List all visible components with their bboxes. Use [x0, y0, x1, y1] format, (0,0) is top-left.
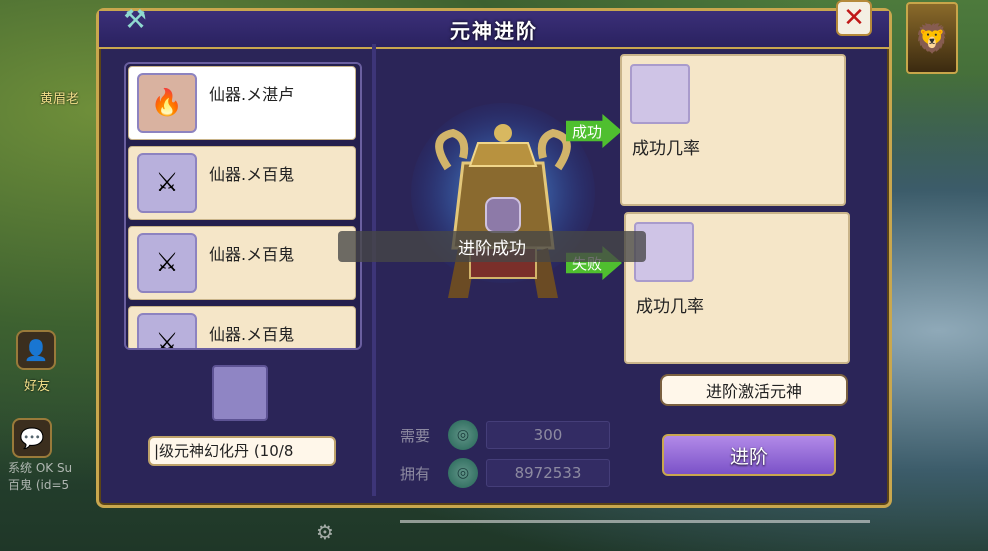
lion-mask-icon: 🦁	[914, 21, 950, 55]
dark-knight-icon: ⚔	[137, 313, 197, 348]
jade-coin-icon: ◎	[448, 420, 478, 450]
title-bar: 元神进阶	[99, 11, 889, 49]
fail-rate-label: 成功几率	[636, 297, 704, 317]
success-result-slot	[630, 64, 690, 124]
panel-divider	[372, 44, 376, 496]
toast-message: 进阶成功	[338, 231, 646, 262]
chat-icon: 💬	[19, 426, 45, 450]
list-item[interactable]: ⚔ 仙器.メ百鬼	[128, 226, 356, 300]
flame-feather-icon: 🔥	[137, 73, 197, 133]
close-icon: ✕	[843, 3, 865, 33]
player-avatar[interactable]: 🦁	[906, 2, 958, 74]
list-item[interactable]: ⚔ 仙器.メ百鬼	[128, 146, 356, 220]
item-name: 仙器.メ百鬼	[209, 325, 295, 344]
dark-knight-icon: ⚔	[137, 233, 197, 293]
close-button[interactable]: ✕	[836, 0, 872, 36]
bottom-divider	[400, 520, 870, 523]
advance-button[interactable]: 进阶	[662, 434, 836, 476]
friends-button[interactable]: 👤	[16, 330, 56, 370]
npc-name-label: 黄眉老	[40, 92, 80, 107]
success-result-card: 成功几率	[620, 54, 846, 206]
window-title: 元神进阶	[450, 18, 538, 43]
jade-coin-icon: ◎	[448, 458, 478, 488]
item-name: 仙器.メ百鬼	[209, 245, 295, 264]
cost-required-row: 需要 ◎ 300	[400, 420, 610, 450]
item-name: 仙器.メ湛卢	[209, 85, 295, 104]
list-item[interactable]: ⚔ 仙器.メ百鬼	[128, 306, 356, 348]
friends-icon: 👤	[23, 338, 49, 362]
cost-required-label: 需要	[400, 426, 431, 445]
material-label: |级元神幻化丹 (10/8	[148, 436, 336, 466]
chat-line: 系统 OK Su	[8, 461, 73, 475]
fail-result-card: 成功几率	[624, 212, 850, 364]
chat-log: 系统 OK Su 百鬼 (id=5	[8, 460, 72, 494]
friends-label: 好友	[24, 379, 51, 394]
cost-owned-row: 拥有 ◎ 8972533	[400, 458, 610, 488]
cost-owned-value: 8972533	[486, 459, 610, 487]
cost-required-value: 300	[486, 421, 610, 449]
success-rate-label: 成功几率	[632, 139, 700, 159]
chat-button[interactable]: 💬	[12, 418, 52, 458]
activate-spirit-button[interactable]: 进阶激活元神	[660, 374, 848, 406]
chat-line: 百鬼 (id=5	[8, 478, 70, 492]
cost-owned-label: 拥有	[400, 464, 431, 483]
hammer-icon: ⚒	[123, 5, 147, 35]
item-name: 仙器.メ百鬼	[209, 165, 295, 184]
gear-icon[interactable]: ⚙	[316, 520, 334, 544]
list-item[interactable]: 🔥 仙器.メ湛卢	[128, 66, 356, 140]
material-slot[interactable]	[212, 365, 268, 421]
item-list[interactable]: 🔥 仙器.メ湛卢 ⚔ 仙器.メ百鬼 ⚔ 仙器.メ百鬼 ⚔ 仙器.メ百鬼	[124, 62, 362, 350]
dark-knight-icon: ⚔	[137, 153, 197, 213]
